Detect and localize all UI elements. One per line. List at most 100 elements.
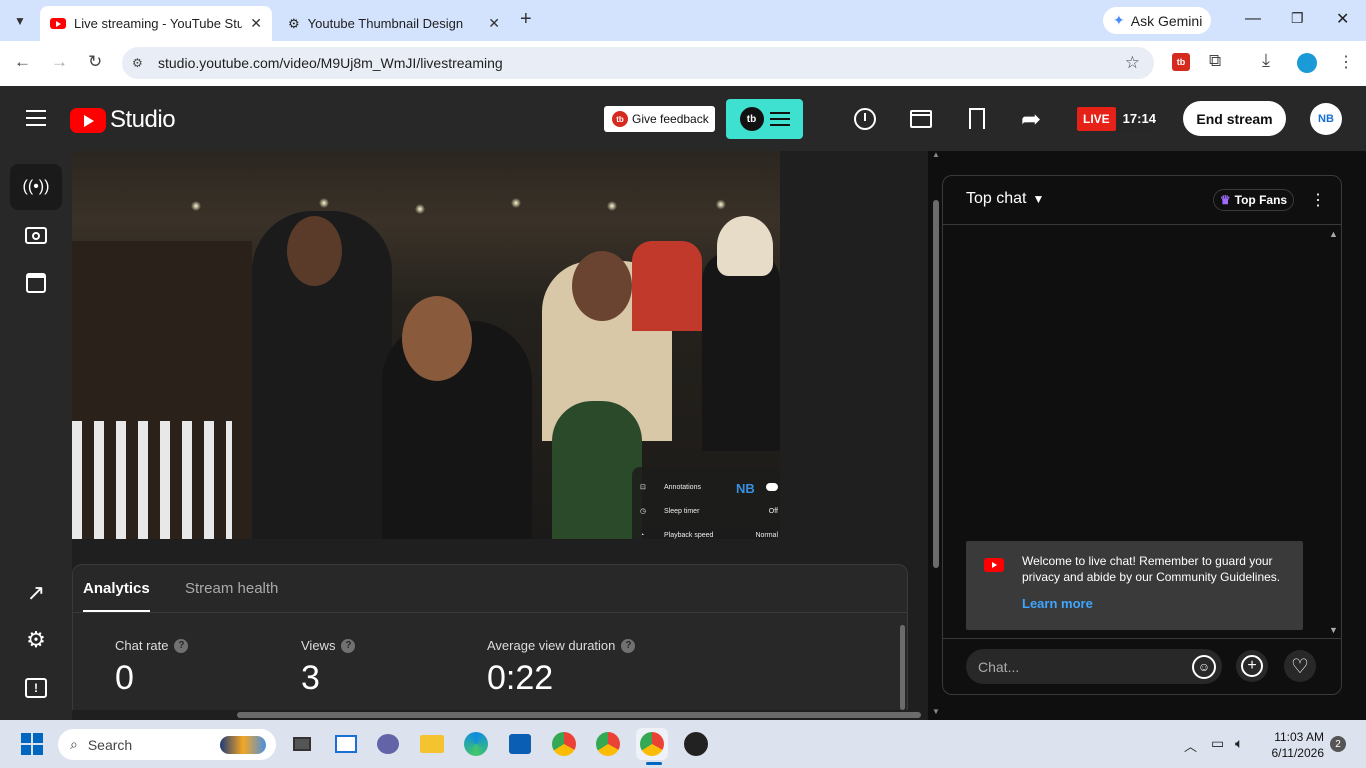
volume-icon[interactable]: 🔈︎ <box>1235 735 1243 752</box>
browser-menu-icon[interactable]: ⋮ <box>1338 52 1354 72</box>
settings-row-playback-speed[interactable]: ◔ Playback speed Normal <box>632 523 780 539</box>
crowd-figure <box>287 216 342 286</box>
clock[interactable]: 11:03 AM 6/11/2026 <box>1262 729 1325 761</box>
tab-search-button[interactable]: ▼ <box>8 9 32 33</box>
task-view-icon[interactable] <box>286 728 318 760</box>
panel-scrollbar[interactable] <box>900 625 905 710</box>
notification-count: 2 <box>1335 738 1341 750</box>
bookmark-icon[interactable] <box>969 108 985 129</box>
extensions-puzzle-icon[interactable]: ⧉ <box>1209 51 1221 71</box>
tubebuddy-extension-icon[interactable]: tb <box>1172 53 1190 71</box>
chat-input[interactable]: Chat... <box>966 649 1222 684</box>
hamburger-menu-icon[interactable] <box>26 110 46 126</box>
send-feedback-nav-item[interactable]: ! <box>10 665 62 711</box>
youtube-logo-icon <box>70 107 106 133</box>
top-fans-button[interactable]: ♛ Top Fans <box>1213 189 1294 211</box>
manage-nav-item[interactable] <box>10 260 62 306</box>
obs-studio-icon[interactable] <box>680 728 712 760</box>
settings-label: Sleep timer <box>664 507 700 515</box>
chrome-icon[interactable] <box>548 728 580 760</box>
network-icon[interactable]: ▭ <box>1211 735 1224 752</box>
scroll-up-arrow-icon[interactable]: ▲ <box>932 150 940 159</box>
end-stream-button[interactable]: End stream <box>1183 101 1286 136</box>
chrome-active-icon[interactable] <box>636 728 668 760</box>
tab-stream-health[interactable]: Stream health <box>185 580 278 597</box>
stream-preview-video[interactable]: ⊡ Annotations ◷ Sleep timer Off ◔ Playba… <box>72 151 780 539</box>
camera-icon <box>25 226 47 244</box>
edge-browser-icon[interactable] <box>460 728 492 760</box>
scroll-down-arrow-icon[interactable]: ▼ <box>932 707 940 716</box>
site-info-icon[interactable]: ⚙ <box>132 56 143 70</box>
settings-value: Off <box>768 507 778 515</box>
settings-nav-item[interactable]: ⚙ <box>10 617 62 663</box>
tab-analytics[interactable]: Analytics <box>83 580 150 612</box>
help-icon[interactable]: ? <box>174 638 189 653</box>
bookmark-star-icon[interactable]: ☆ <box>1125 53 1140 73</box>
forward-arrow-icon[interactable]: → <box>51 52 68 72</box>
download-icon[interactable]: ⤓ <box>1262 50 1270 71</box>
minimize-window-button[interactable]: — <box>1245 10 1261 28</box>
crowd-figure <box>632 241 702 331</box>
ask-gemini-button[interactable]: ✦ Ask Gemini <box>1103 7 1211 34</box>
close-tab-icon[interactable]: ✕ <box>488 15 500 32</box>
plus-circle-icon: + <box>1241 655 1263 677</box>
help-icon[interactable]: ? <box>621 638 636 653</box>
help-icon[interactable]: ? <box>341 638 356 653</box>
speed-icon: ◔ <box>640 531 645 539</box>
settings-row-annotations[interactable]: ⊡ Annotations <box>632 475 780 499</box>
back-arrow-icon[interactable]: ← <box>14 52 31 72</box>
webcam-nav-item[interactable] <box>10 212 62 258</box>
clapperboard-icon[interactable] <box>910 110 932 128</box>
reload-icon[interactable]: ↻ <box>88 52 102 72</box>
stream-nav-item[interactable]: ((•)) <box>10 164 62 210</box>
horizontal-scrollbar[interactable] <box>72 710 928 720</box>
channel-watermark: NB <box>736 481 755 496</box>
open-in-new-nav-item[interactable]: ↗ <box>10 570 62 616</box>
tab-live-streaming[interactable]: Live streaming - YouTube Studio ✕ <box>40 6 272 41</box>
openai-favicon-icon: ⚙ <box>288 15 300 31</box>
player-settings-menu: ⊡ Annotations ◷ Sleep timer Off ◔ Playba… <box>632 467 780 539</box>
emoji-button[interactable]: ☺ <box>1192 655 1216 679</box>
channel-avatar[interactable]: NB <box>1310 103 1342 135</box>
settings-row-sleep-timer[interactable]: ◷ Sleep timer Off <box>632 499 780 523</box>
share-arrow-icon[interactable]: ➦ <box>1021 105 1041 134</box>
notification-badge[interactable]: 2 <box>1330 736 1346 752</box>
chat-more-options-icon[interactable]: ⋮ <box>1310 190 1326 210</box>
end-stream-label: End stream <box>1196 110 1273 127</box>
add-button[interactable]: + <box>1236 650 1268 682</box>
top-fans-label: Top Fans <box>1234 193 1288 207</box>
chat-scroll-up-icon[interactable]: ▲ <box>1329 229 1338 239</box>
annotations-toggle[interactable] <box>766 483 778 491</box>
search-placeholder: Search <box>87 736 133 753</box>
tab-thumbnail-design[interactable]: ⚙ Youtube Thumbnail Design ✕ <box>278 6 510 41</box>
profile-avatar-icon[interactable] <box>1297 53 1317 73</box>
top-chat-dropdown[interactable]: Top chat ▼ <box>966 190 1044 208</box>
tubebuddy-menu-button[interactable]: tb <box>726 99 803 139</box>
windows-start-icon[interactable] <box>21 733 43 755</box>
youtube-icon <box>984 558 1004 572</box>
crowd-figure <box>402 296 472 381</box>
microsoft-store-icon[interactable] <box>504 728 536 760</box>
taskbar-search[interactable]: ⌕ Search <box>58 729 276 760</box>
crowd-figure <box>702 251 780 451</box>
main-scrollbar[interactable] <box>933 200 939 568</box>
close-window-button[interactable]: ✕ <box>1336 9 1349 29</box>
studio-logo[interactable]: Studio <box>70 106 176 134</box>
close-tab-icon[interactable]: ✕ <box>250 15 262 32</box>
file-explorer-icon[interactable] <box>416 728 448 760</box>
give-feedback-button[interactable]: tb Give feedback <box>604 106 715 132</box>
studio-logo-text: Studio <box>110 106 176 133</box>
restore-window-button[interactable]: ❐ <box>1291 10 1304 27</box>
widgets-icon[interactable] <box>330 728 362 760</box>
learn-more-link[interactable]: Learn more <box>1022 596 1093 611</box>
chrome-profile-icon[interactable] <box>592 728 624 760</box>
teams-chat-icon[interactable] <box>372 728 404 760</box>
welcome-message: Welcome to live chat! Remember to guard … <box>966 541 1303 630</box>
timer-icon[interactable] <box>854 108 876 130</box>
heart-button[interactable]: ♡ <box>1284 650 1316 682</box>
hidden-icons-chevron[interactable]: ︿ <box>1184 736 1197 755</box>
diagonal-arrow-icon: ↗ <box>26 580 46 605</box>
address-bar[interactable]: ⚙ studio.youtube.com/video/M9Uj8m_WmJI/l… <box>122 47 1154 79</box>
new-tab-button[interactable]: + <box>520 8 532 31</box>
chat-scroll-down-icon[interactable]: ▼ <box>1329 625 1338 635</box>
